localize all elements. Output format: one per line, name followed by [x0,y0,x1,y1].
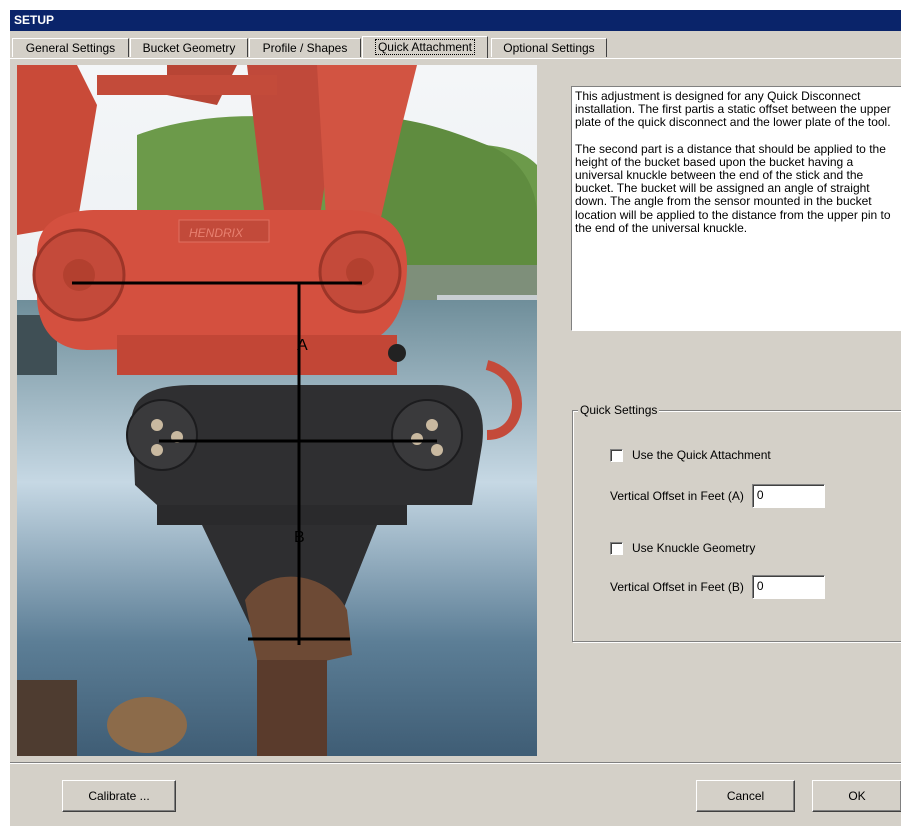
use-quick-attachment-checkbox[interactable] [610,448,623,462]
label-b: B [294,529,305,546]
description-text: This adjustment is designed for any Quic… [571,86,901,331]
description-paragraph-2: The second part is a distance that shoul… [575,141,891,235]
offset-a-row: Vertical Offset in Feet (A) 0 [610,484,825,508]
quick-settings-legend: Quick Settings [578,403,660,417]
use-knuckle-geometry-checkbox[interactable] [610,541,623,555]
use-quick-attachment-label[interactable]: Use the Quick Attachment [632,448,771,462]
tab-general-settings[interactable]: General Settings [12,38,129,57]
window-title: SETUP [10,10,901,31]
tab-strip: General Settings Bucket Geometry Profile… [10,36,901,58]
tab-quick-attachment[interactable]: Quick Attachment [362,36,488,58]
label-a: A [297,337,308,354]
tab-label: Bucket Geometry [142,41,236,55]
quick-attachment-diagram: A B HENDRIX [17,65,537,756]
tab-optional-settings[interactable]: Optional Settings [491,38,607,57]
description-paragraph-1: This adjustment is designed for any Quic… [575,89,891,130]
tab-label: General Settings [25,41,116,55]
use-quick-attachment-row[interactable]: Use the Quick Attachment [610,448,771,462]
offset-b-input[interactable]: 0 [751,575,825,599]
tab-label: Profile / Shapes [262,41,348,55]
offset-b-label: Vertical Offset in Feet (B) [610,580,744,594]
use-knuckle-geometry-label[interactable]: Use Knuckle Geometry [632,541,755,555]
ok-button[interactable]: OK [812,780,901,812]
tab-bucket-geometry[interactable]: Bucket Geometry [130,38,248,57]
calibrate-button[interactable]: Calibrate ... [62,780,176,812]
tab-label: Optional Settings [503,41,595,55]
tab-profile-shapes[interactable]: Profile / Shapes [249,38,361,57]
offset-a-label: Vertical Offset in Feet (A) [610,489,744,503]
use-knuckle-geometry-row[interactable]: Use Knuckle Geometry [610,541,755,555]
cancel-button[interactable]: Cancel [696,780,795,812]
footer-separator [10,762,901,764]
tab-label: Quick Attachment [374,39,476,55]
brand-plate: HENDRIX [189,226,244,240]
quick-settings-group: Quick Settings Use the Quick Attachment … [572,403,901,642]
quick-attachment-panel: A B HENDRIX This adjustment is designed … [10,58,901,760]
setup-window: SETUP General Settings Bucket Geometry P… [9,9,901,826]
offset-b-row: Vertical Offset in Feet (B) 0 [610,575,825,599]
offset-a-input[interactable]: 0 [751,484,825,508]
